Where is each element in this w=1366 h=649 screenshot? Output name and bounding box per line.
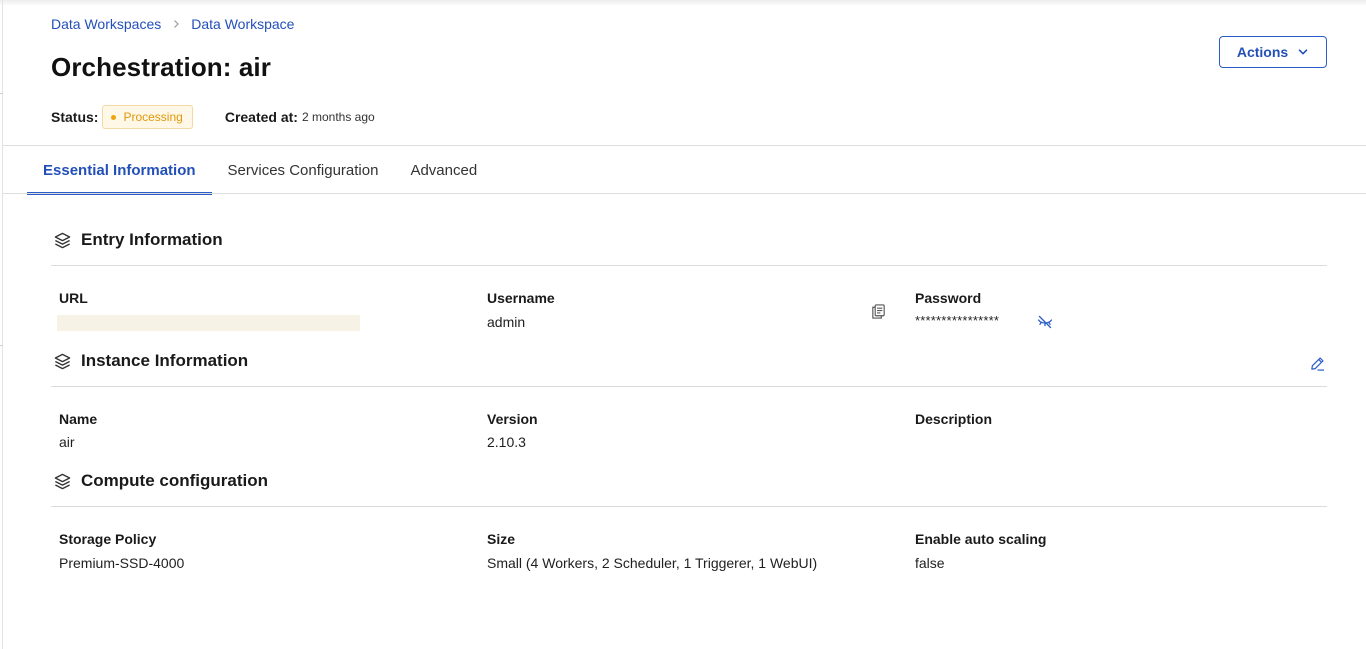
left-panel-divider [0,345,3,346]
breadcrumb-data-workspaces[interactable]: Data Workspaces [51,16,161,32]
entry-information-title: Entry Information [81,230,223,249]
left-panel-border [2,0,3,649]
instance-information-header: Instance Information [53,351,248,371]
status-badge-text: Processing [123,110,183,124]
actions-button[interactable]: Actions [1219,36,1327,68]
top-shadow [0,0,1366,6]
password-value: **************** [915,313,1000,328]
status-dot-icon [111,114,117,120]
entry-information-header: Entry Information [53,230,223,250]
size-value: Small (4 Workers, 2 Scheduler, 1 Trigger… [487,555,818,571]
size-label: Size [487,531,516,547]
compute-configuration-divider [51,506,1327,507]
instance-information-divider [51,386,1327,387]
password-label: Password [915,290,982,306]
tab-essential-information[interactable]: Essential Information [27,146,212,195]
tab-advanced[interactable]: Advanced [394,146,493,194]
username-value: admin [487,314,526,330]
tab-bar: Essential Information Services Configura… [27,146,493,195]
actions-button-label: Actions [1236,44,1289,60]
auto-scaling-value: false [915,555,945,571]
instance-information-title: Instance Information [81,351,249,370]
eye-off-icon[interactable] [1036,313,1054,331]
breadcrumb: Data Workspaces Data Workspace [51,16,294,32]
storage-policy-label: Storage Policy [59,531,157,547]
name-label: Name [59,411,98,427]
version-label: Version [487,411,538,427]
status-badge: Processing [102,105,193,129]
layers-icon [53,472,72,491]
compute-configuration-title: Compute configuration [81,471,268,490]
page-title: Orchestration: air [51,52,271,82]
entry-information-divider [51,265,1327,266]
created-at-label: Created at: [224,109,298,125]
chevron-down-icon [1297,46,1309,58]
compute-configuration-header: Compute configuration [53,471,268,491]
storage-policy-value: Premium-SSD-4000 [59,555,185,571]
copy-icon[interactable] [868,301,888,321]
created-at: Created at: 2 months ago [225,109,375,125]
tabs-divider [3,193,1366,194]
status-row: Status: Processing Created at: 2 months … [51,104,375,130]
name-value: air [59,434,75,450]
description-label: Description [915,411,993,427]
auto-scaling-label: Enable auto scaling [915,531,1047,547]
layers-icon [53,352,72,371]
pencil-icon[interactable] [1307,353,1327,373]
url-value[interactable] [57,315,360,331]
left-panel-divider [0,93,3,94]
breadcrumb-data-workspace[interactable]: Data Workspace [191,16,294,32]
tab-services-configuration[interactable]: Services Configuration [212,146,395,194]
status-label: Status: [51,109,99,125]
version-value: 2.10.3 [487,434,526,450]
chevron-right-icon [161,19,191,29]
username-label: Username [487,290,555,306]
layers-icon [53,231,72,250]
created-at-value: 2 months ago [301,110,375,124]
url-label: URL [59,290,88,306]
